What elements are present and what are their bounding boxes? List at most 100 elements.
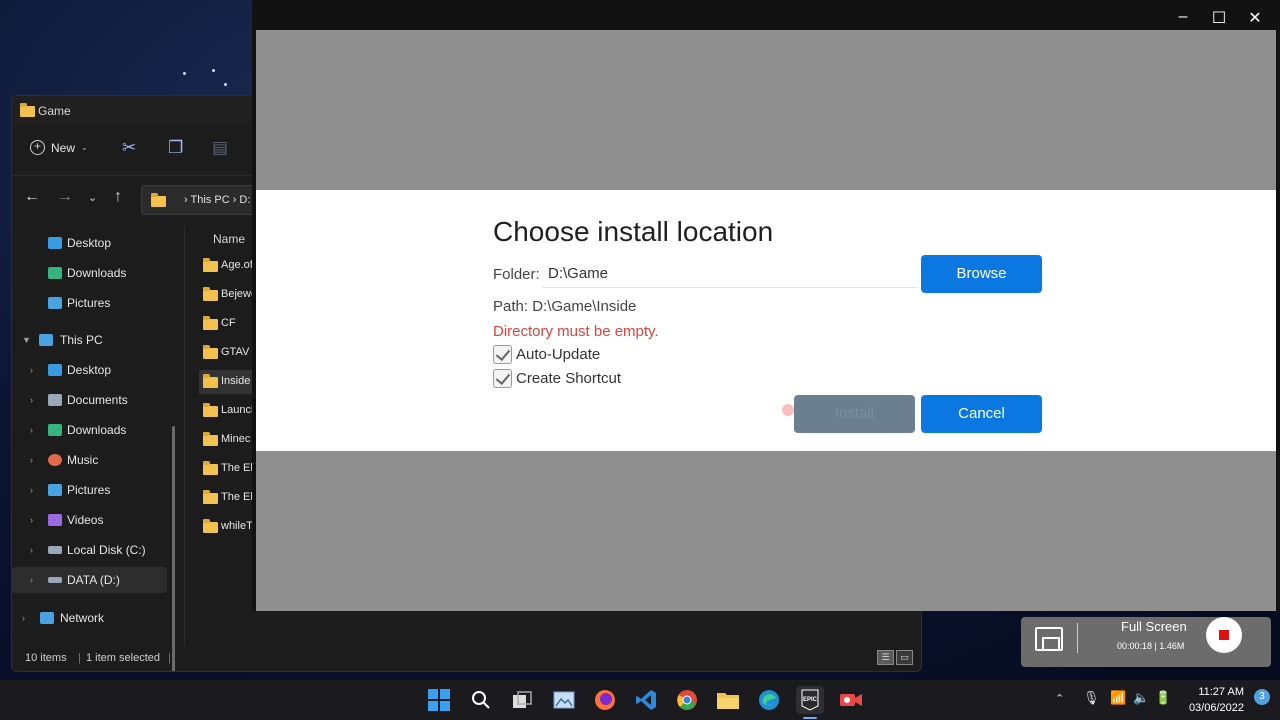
- cut-icon[interactable]: ✂: [122, 138, 136, 158]
- nav-item-downloads-pc[interactable]: › Downloads: [12, 417, 167, 443]
- details-view-icon[interactable]: ☰: [877, 650, 894, 665]
- checkmark-icon[interactable]: [493, 368, 512, 388]
- folder-icon: [20, 103, 35, 117]
- recent-chevron-icon[interactable]: ⌄: [88, 191, 97, 204]
- task-view-icon: [513, 691, 532, 708]
- back-arrow-icon[interactable]: ←: [24, 188, 40, 206]
- documents-icon: [48, 394, 62, 406]
- close-icon[interactable]: ✕: [1246, 8, 1264, 28]
- recorder-stats: 00:00:18 | 1.46M: [1117, 641, 1185, 651]
- create-shortcut-checkbox[interactable]: Create Shortcut: [493, 368, 621, 388]
- item-count: 10 items: [25, 652, 67, 664]
- taskbar-app-epic-games[interactable]: EPIC: [796, 686, 824, 714]
- music-icon: [48, 454, 62, 466]
- taskbar-app-firefox[interactable]: [591, 686, 619, 714]
- file-name: GTAV: [221, 346, 250, 358]
- folder-icon: [203, 345, 218, 359]
- file-name: Age.of: [221, 259, 253, 271]
- chevron-right-icon[interactable]: ›: [30, 545, 33, 555]
- vscode-icon: [636, 690, 656, 710]
- install-path: Path: D:\Game\Inside: [493, 298, 637, 315]
- chevron-right-icon[interactable]: ›: [30, 365, 33, 375]
- address-bar[interactable]: › This PC › D:: [141, 185, 261, 215]
- chevron-right-icon[interactable]: ›: [30, 485, 33, 495]
- forward-arrow-icon[interactable]: →: [57, 188, 73, 206]
- view-toggle: ☰ ▭: [877, 650, 913, 665]
- taskbar-app-vscode[interactable]: [632, 686, 660, 714]
- tiles-view-icon[interactable]: ▭: [896, 650, 913, 665]
- nav-item-local-disk-c[interactable]: › Local Disk (C:): [12, 537, 167, 563]
- nav-item-this-pc[interactable]: ▼ This PC: [12, 327, 167, 353]
- screen-capture-icon[interactable]: [1035, 627, 1063, 651]
- search-icon: [472, 691, 490, 709]
- svg-text:EPIC: EPIC: [803, 697, 818, 703]
- nav-item-desktop[interactable]: Desktop: [12, 230, 167, 256]
- chevron-right-icon[interactable]: ›: [30, 575, 33, 585]
- nav-item-downloads[interactable]: Downloads: [12, 260, 167, 286]
- notification-badge[interactable]: 3: [1254, 689, 1270, 705]
- browse-button[interactable]: Browse: [921, 255, 1042, 293]
- up-arrow-icon[interactable]: ↑: [114, 188, 122, 206]
- click-indicator: [782, 404, 794, 416]
- taskbar-app-photos[interactable]: [550, 686, 578, 714]
- taskbar-app-recorder[interactable]: [837, 686, 865, 714]
- checkmark-icon[interactable]: [493, 344, 512, 364]
- nav-item-documents[interactable]: › Documents: [12, 387, 167, 413]
- chrome-icon: [677, 690, 697, 710]
- disk-icon: [48, 577, 62, 583]
- clock-date: 03/06/2022: [1188, 702, 1244, 714]
- chevron-down-icon[interactable]: ▼: [22, 335, 31, 345]
- chevron-right-icon[interactable]: ›: [30, 515, 33, 525]
- desktop-icon: [48, 237, 62, 249]
- chevron-right-icon[interactable]: ›: [22, 613, 25, 623]
- taskbar-clock[interactable]: 11:27 AM 03/06/2022: [1189, 684, 1244, 716]
- folder-icon: [151, 193, 166, 207]
- firefox-icon: [595, 690, 615, 710]
- minimize-icon[interactable]: –: [1174, 8, 1192, 28]
- stop-recording-button[interactable]: [1206, 617, 1242, 653]
- folder-icon: [203, 287, 218, 301]
- start-button[interactable]: [425, 686, 453, 714]
- selected-count: 1 item selected: [86, 652, 160, 664]
- nav-scrollbar[interactable]: [172, 426, 175, 671]
- chevron-right-icon[interactable]: ›: [30, 455, 33, 465]
- taskbar-app-file-explorer[interactable]: [714, 686, 742, 714]
- taskbar: EPIC ⌃ 🎙 📶 🔈 🔋 11:27 AM 03/06/2022 3: [0, 680, 1280, 720]
- chevron-right-icon[interactable]: ›: [30, 395, 33, 405]
- nav-label: Desktop: [67, 363, 112, 377]
- column-header-name[interactable]: Name: [213, 232, 245, 246]
- battery-icon[interactable]: 🔋: [1155, 690, 1171, 706]
- window-controls: – ☐ ✕: [1174, 8, 1264, 28]
- nav-label: This PC: [60, 333, 103, 347]
- new-button[interactable]: + New ⌄: [30, 140, 88, 155]
- folder-icon: [203, 490, 218, 504]
- nav-item-desktop-pc[interactable]: › Desktop: [12, 357, 167, 383]
- paste-icon[interactable]: ▤: [212, 138, 228, 158]
- maximize-icon[interactable]: ☐: [1210, 8, 1228, 28]
- status-divider: |: [168, 652, 171, 664]
- copy-icon[interactable]: ❐: [168, 138, 183, 158]
- nav-item-pictures[interactable]: Pictures: [12, 290, 167, 316]
- task-view-button[interactable]: [508, 686, 536, 714]
- taskbar-app-edge[interactable]: [755, 686, 783, 714]
- nav-item-pictures-pc[interactable]: › Pictures: [12, 477, 167, 503]
- volume-icon[interactable]: 🔈: [1133, 690, 1149, 706]
- install-button[interactable]: Install: [794, 395, 915, 433]
- dialog-title: Choose install location: [493, 216, 774, 247]
- nav-item-data-d[interactable]: › DATA (D:): [12, 567, 167, 593]
- cancel-button[interactable]: Cancel: [921, 395, 1042, 433]
- nav-item-network[interactable]: › Network: [12, 605, 167, 631]
- auto-update-checkbox[interactable]: Auto-Update: [493, 344, 600, 364]
- folder-input[interactable]: [542, 260, 918, 288]
- chevron-right-icon[interactable]: ›: [30, 425, 33, 435]
- nav-item-music[interactable]: › Music: [12, 447, 167, 473]
- taskbar-app-chrome[interactable]: [673, 686, 701, 714]
- microphone-icon[interactable]: 🎙: [1083, 690, 1100, 706]
- disk-icon: [48, 546, 62, 554]
- search-button[interactable]: [467, 686, 495, 714]
- epic-launcher-window: – ☐ ✕ Choose install location Folder: Br…: [252, 0, 1280, 611]
- wifi-icon[interactable]: 📶: [1110, 690, 1126, 706]
- nav-label: Network: [60, 611, 105, 625]
- tray-chevron-up-icon[interactable]: ⌃: [1055, 692, 1064, 705]
- nav-item-videos[interactable]: › Videos: [12, 507, 167, 533]
